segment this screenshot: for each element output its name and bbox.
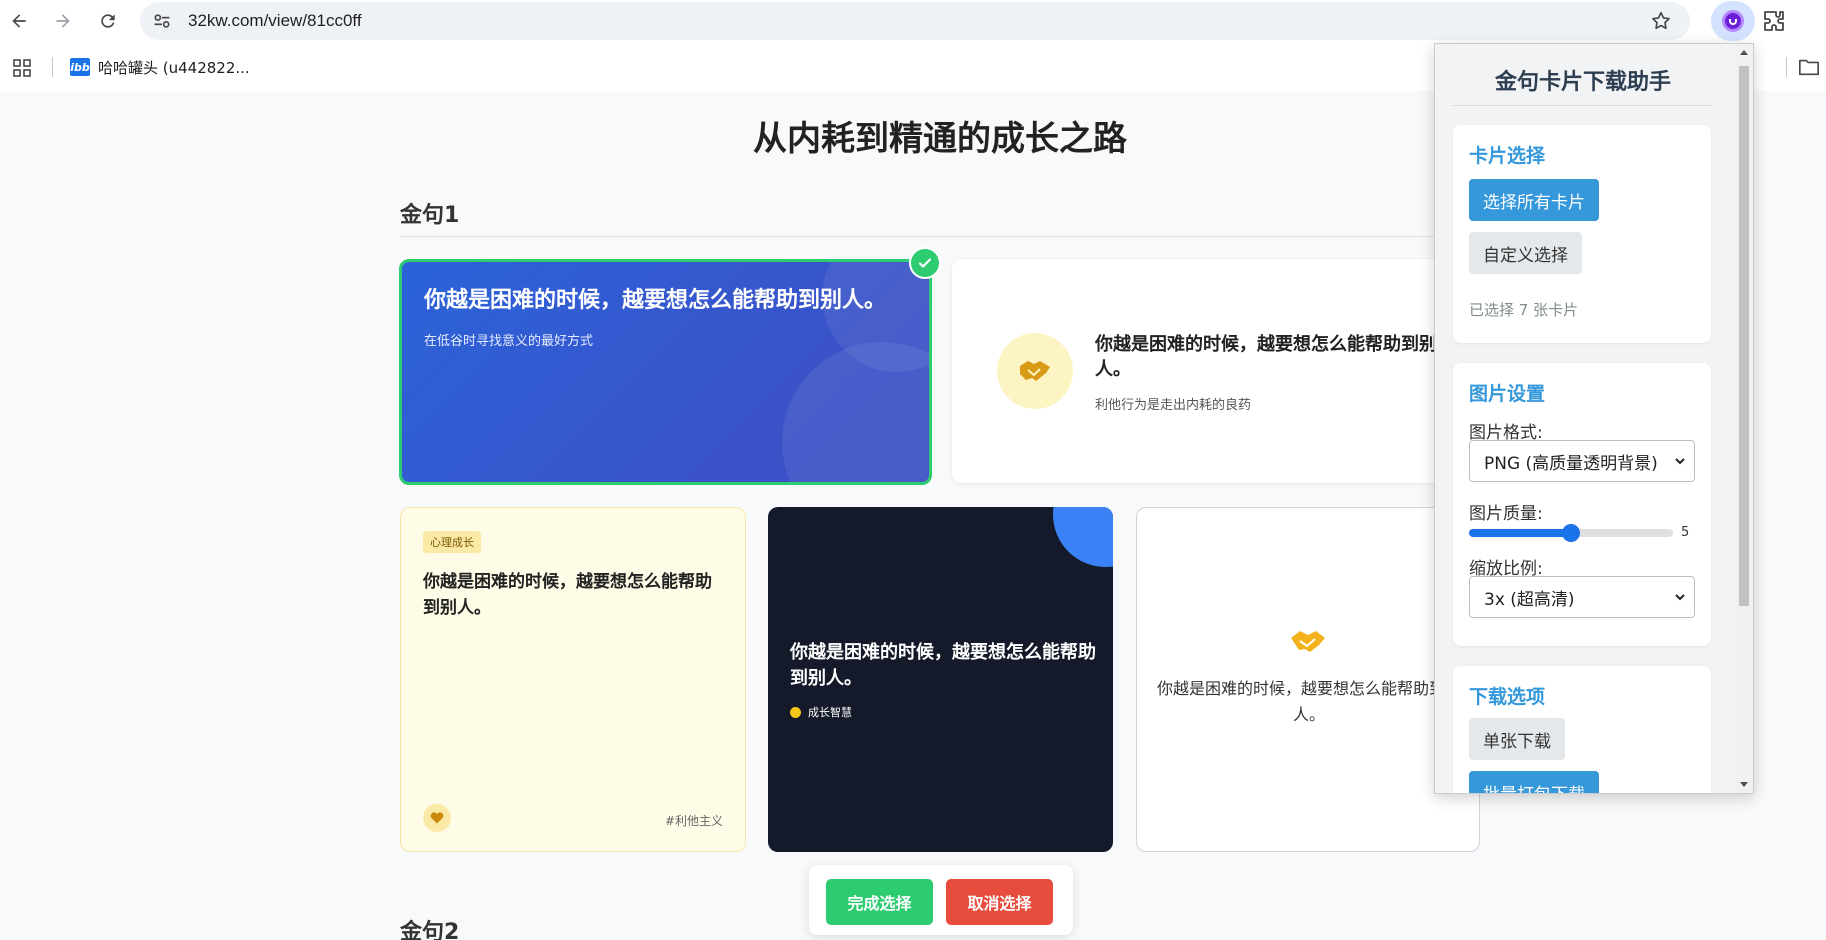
address-bar[interactable]: 32kw.com/view/81cc0ff xyxy=(140,2,1690,40)
scale-select-value: 3x (超高清) xyxy=(1484,589,1575,610)
slider-fill xyxy=(1469,529,1571,537)
decor-circle xyxy=(782,342,929,482)
quote-card-light[interactable]: 心理成长 你越是困难的时候，越要想怎么能帮助到别人。 #利他主义 xyxy=(400,507,746,852)
popup-scrollbar[interactable] xyxy=(1735,44,1753,793)
finish-selection-button[interactable]: 完成选择 xyxy=(826,879,933,925)
quote-card-dark[interactable]: 你越是困难的时候，越要想怎么能帮助到别人。 成长智慧 xyxy=(768,507,1113,852)
popup-title: 金句卡片下载助手 xyxy=(1494,70,1671,95)
popup-divider xyxy=(1453,105,1713,106)
card-select-panel: 卡片选择 选择所有卡片 自定义选择 已选择 7 张卡片 xyxy=(1453,125,1711,343)
dot-icon xyxy=(790,706,801,718)
card-text: 你越是困难的时候，越要想怎么能帮助到别人。 xyxy=(1157,679,1462,724)
back-button[interactable] xyxy=(5,7,33,35)
card-title: 你越是困难的时候，越要想怎么能帮助到别人。 xyxy=(424,288,887,313)
reload-button[interactable] xyxy=(94,7,122,35)
scroll-up-icon[interactable] xyxy=(1740,50,1748,55)
bookmark-item[interactable]: ibb 哈哈罐头 (u442822... xyxy=(70,55,250,79)
card-title: 你越是困难的时候，越要想怎么能帮助到别人。 xyxy=(1095,334,1437,380)
quote-card-gradient[interactable]: 你越是困难的时候，越要想怎么能帮助到别人。 在低谷时寻找意义的最好方式 xyxy=(399,259,932,485)
section-divider xyxy=(400,236,1480,237)
decor-circle xyxy=(1053,507,1113,567)
extension-popup: 金句卡片下载助手 卡片选择 选择所有卡片 自定义选择 已选择 7 张卡片 图片设… xyxy=(1434,43,1754,794)
heart-icon xyxy=(423,804,451,832)
quality-slider[interactable] xyxy=(1469,524,1673,542)
panel-heading: 图片设置 xyxy=(1469,383,1546,405)
bookmarks-divider xyxy=(52,57,53,77)
select-all-button[interactable]: 选择所有卡片 xyxy=(1469,179,1599,221)
slider-thumb[interactable] xyxy=(1562,524,1580,542)
folder-icon[interactable] xyxy=(1798,57,1820,77)
extension-logo-icon xyxy=(1722,10,1744,32)
card-subtitle: 在低谷时寻找意义的最好方式 xyxy=(424,334,594,349)
ibb-favicon-icon: ibb xyxy=(70,58,90,76)
bookmark-star-icon[interactable] xyxy=(1650,10,1672,32)
bookmark-label: 哈哈罐头 (u442822... xyxy=(98,58,250,77)
image-settings-panel: 图片设置 图片格式: PNG (高质量透明背景) 图片质量: 5 缩放比例: 3… xyxy=(1453,363,1711,646)
panel-heading: 卡片选择 xyxy=(1469,145,1546,167)
hashtag-label: #利他主义 xyxy=(664,814,723,828)
chevron-down-icon xyxy=(1675,458,1685,465)
site-settings-icon[interactable] xyxy=(152,11,172,31)
arrow-right-icon xyxy=(56,14,70,28)
extension-button[interactable] xyxy=(1711,1,1755,41)
quote-card-minimal[interactable]: 你越是困难的时候，越要想怎么能帮助到别人。 xyxy=(1136,507,1480,852)
selected-count: 已选择 7 张卡片 xyxy=(1469,301,1579,319)
quality-label: 图片质量: xyxy=(1469,504,1543,524)
format-select-value: PNG (高质量透明背景) xyxy=(1484,453,1658,474)
forward-button[interactable] xyxy=(49,7,77,35)
selected-check-icon xyxy=(909,247,941,279)
download-panel: 下载选项 单张下载 批量打包下载 xyxy=(1453,666,1711,793)
section-title-2: 金句2 xyxy=(400,920,460,940)
single-download-button[interactable]: 单张下载 xyxy=(1469,718,1565,760)
reload-icon xyxy=(101,14,115,28)
extensions-puzzle-icon[interactable] xyxy=(1762,9,1786,33)
bookmarks-divider-right xyxy=(1786,57,1787,77)
panel-heading: 下载选项 xyxy=(1469,686,1546,708)
browser-toolbar: 32kw.com/view/81cc0ff xyxy=(0,0,1826,43)
handshake-icon xyxy=(997,333,1073,409)
selection-action-bar: 完成选择 取消选择 xyxy=(809,865,1073,935)
card-meta-label: 成长智慧 xyxy=(808,706,852,719)
scale-select[interactable]: 3x (超高清) xyxy=(1469,576,1695,618)
card-subtitle: 利他行为是走出内耗的良药 xyxy=(1095,398,1252,413)
card-title: 你越是困难的时候，越要想怎么能帮助到别人。 xyxy=(790,642,1096,689)
chevron-down-icon xyxy=(1675,594,1685,601)
custom-select-button[interactable]: 自定义选择 xyxy=(1469,232,1582,274)
quality-value: 5 xyxy=(1681,525,1690,540)
category-tag: 心理成长 xyxy=(423,531,481,553)
apps-grid-icon[interactable] xyxy=(12,58,32,78)
url-text[interactable]: 32kw.com/view/81cc0ff xyxy=(188,11,362,31)
section-title-1: 金句1 xyxy=(400,203,460,228)
arrow-left-icon xyxy=(12,14,26,28)
scroll-thumb[interactable] xyxy=(1739,66,1749,606)
card-title: 你越是困难的时候，越要想怎么能帮助到别人。 xyxy=(423,572,712,618)
scroll-down-icon[interactable] xyxy=(1740,782,1748,787)
format-select[interactable]: PNG (高质量透明背景) xyxy=(1469,440,1695,482)
quote-card-icon[interactable]: 你越是困难的时候，越要想怎么能帮助到别人。 利他行为是走出内耗的良药 xyxy=(952,259,1482,483)
cancel-selection-button[interactable]: 取消选择 xyxy=(946,879,1053,925)
batch-download-button[interactable]: 批量打包下载 xyxy=(1469,771,1599,793)
card-meta: 成长智慧 xyxy=(790,704,852,720)
handshake-icon xyxy=(1289,626,1327,664)
